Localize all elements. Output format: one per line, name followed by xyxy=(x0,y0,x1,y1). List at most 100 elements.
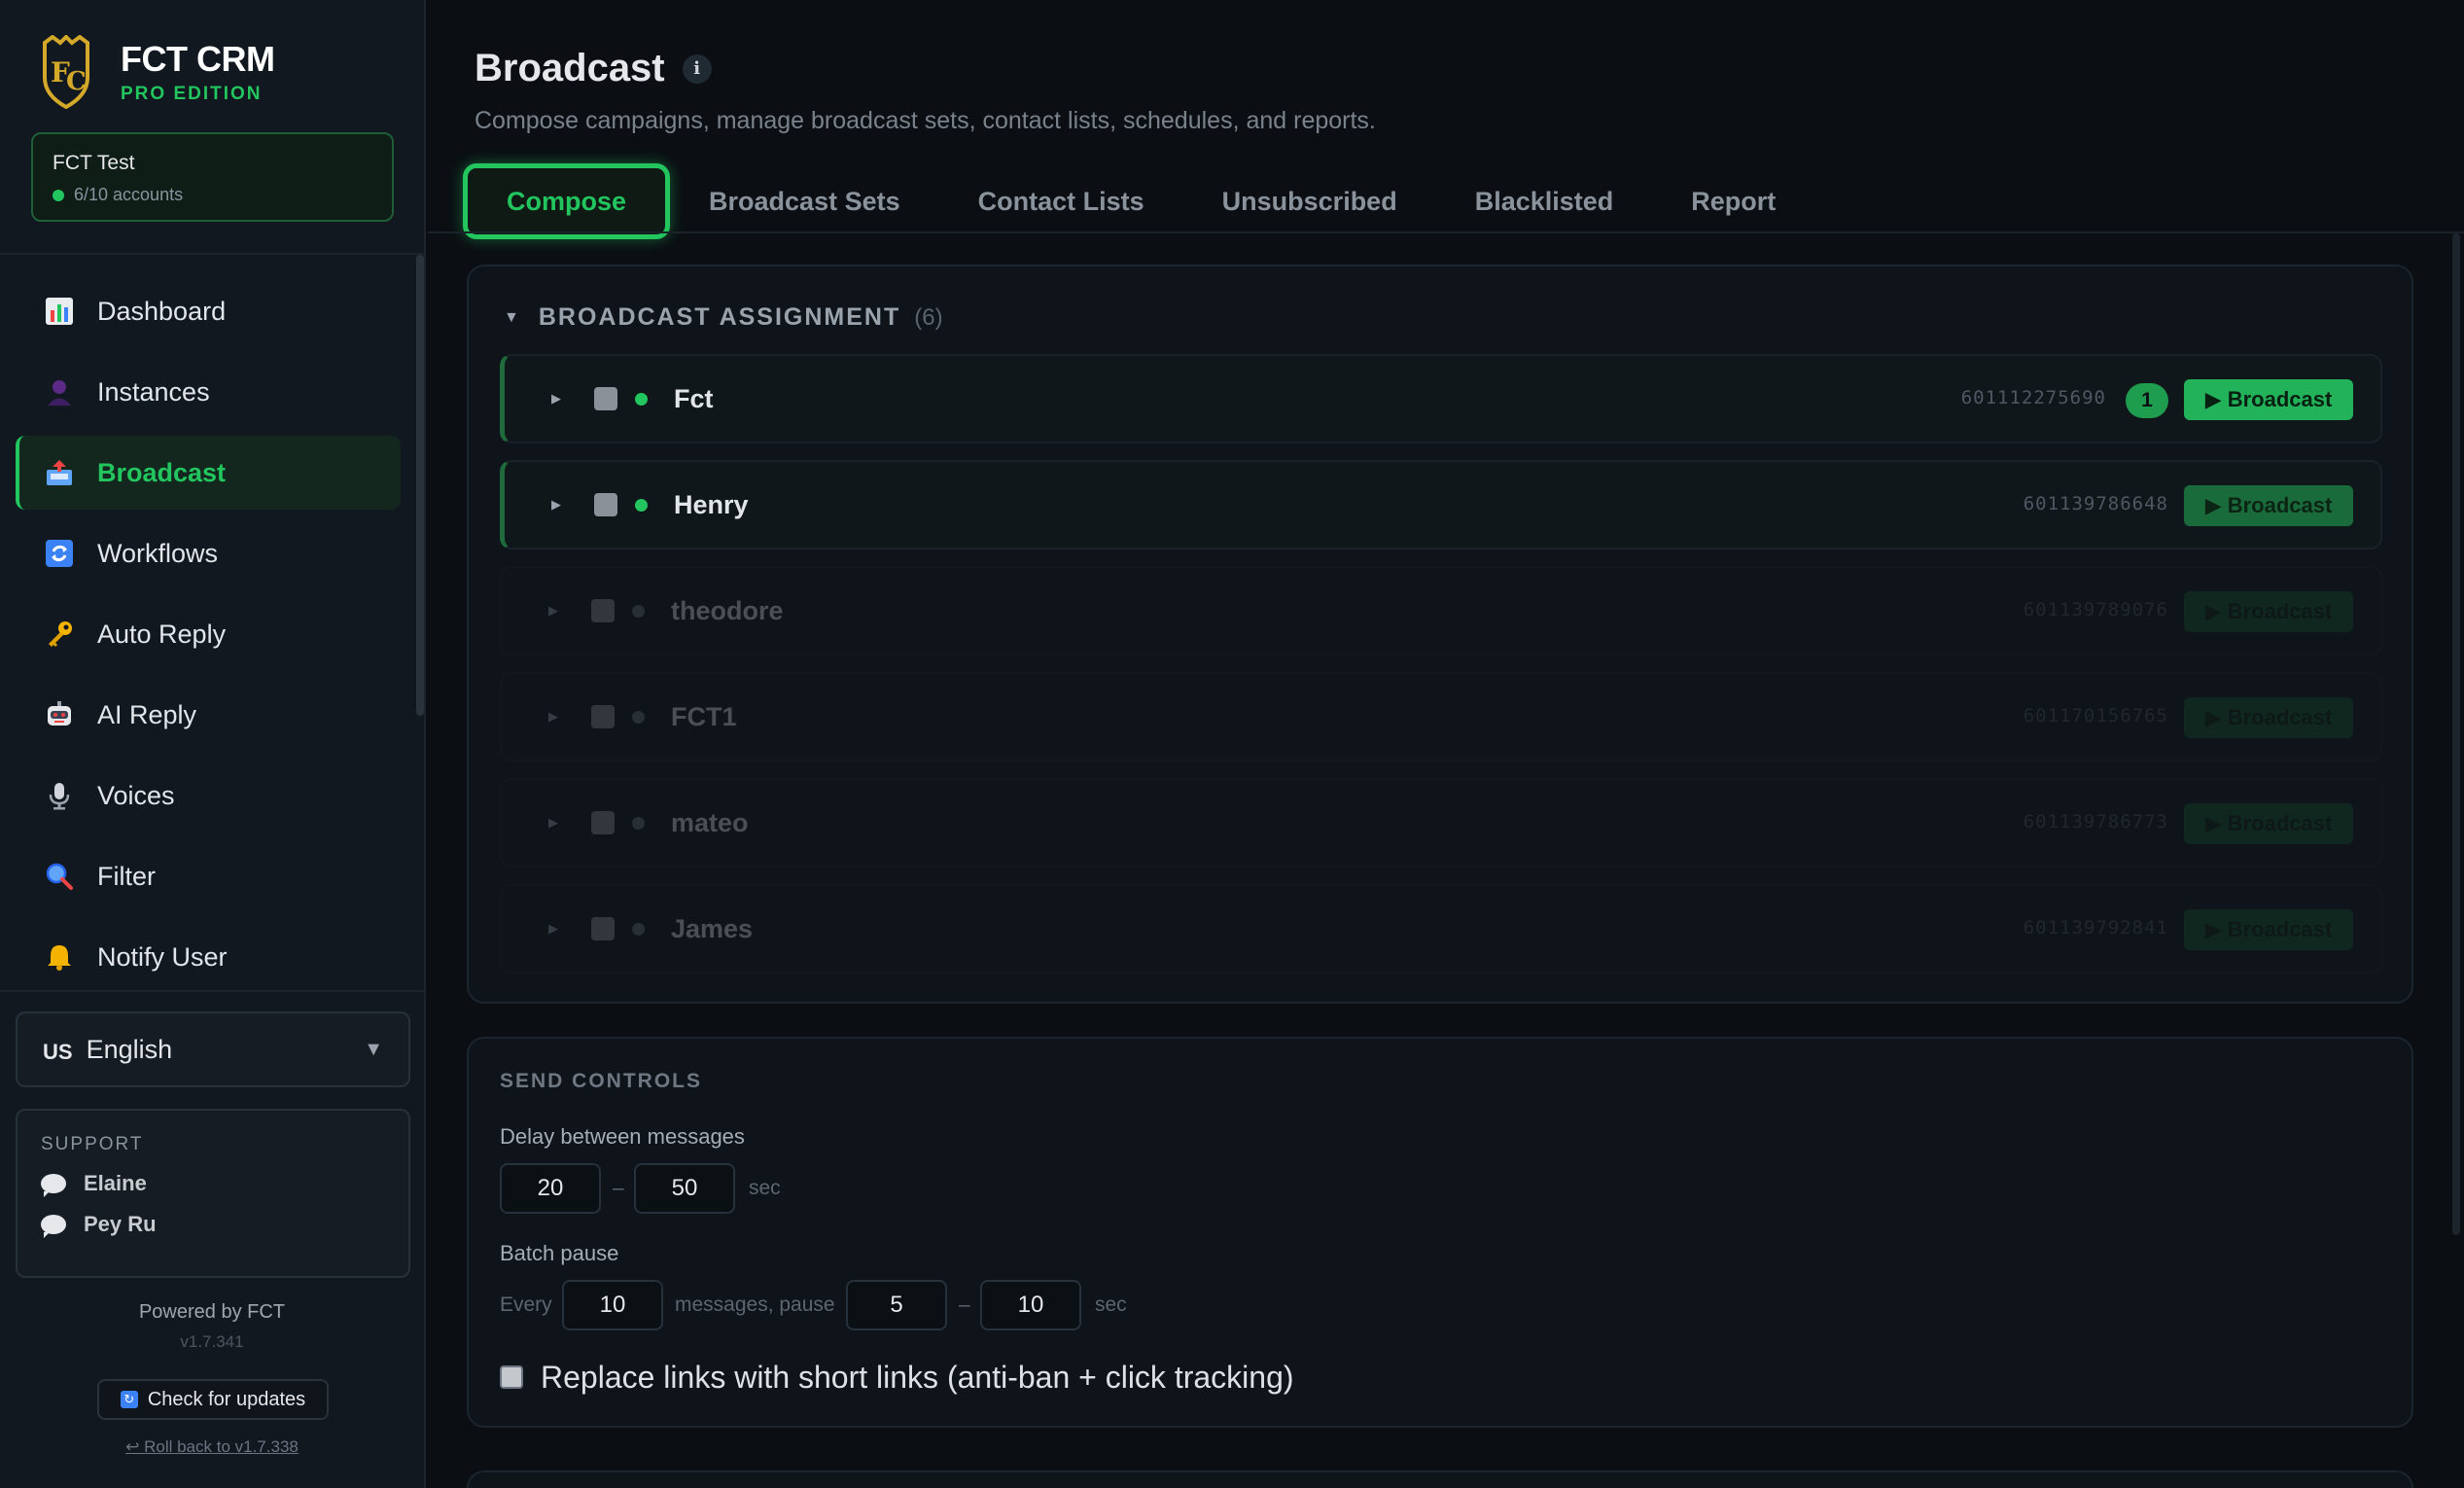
row-checkbox[interactable] xyxy=(591,705,615,728)
sidebar-nav: Dashboard Instances Broadcast Workflows … xyxy=(16,274,401,1001)
microphone-icon xyxy=(43,779,76,812)
account-phone: 601170156765 xyxy=(2023,705,2168,726)
chevron-down-icon: ▼ xyxy=(364,1038,383,1060)
account-count-row: 6/10 accounts xyxy=(53,185,372,205)
delay-min-input[interactable]: 20 xyxy=(500,1163,601,1214)
sidebar-item-filter[interactable]: Filter xyxy=(16,839,401,913)
sidebar-item-notify-user[interactable]: Notify User xyxy=(16,920,401,994)
row-checkbox[interactable] xyxy=(591,917,615,940)
sidebar-item-ai-reply[interactable]: AI Reply xyxy=(16,678,401,752)
row-checkbox[interactable] xyxy=(591,599,615,622)
account-count: 6/10 accounts xyxy=(74,185,184,204)
expand-caret-icon[interactable]: ▶ xyxy=(548,921,558,937)
account-name: FCT Test xyxy=(53,152,135,174)
broadcast-button[interactable]: ▶ Broadcast xyxy=(2184,803,2353,844)
online-dot-icon xyxy=(53,189,64,201)
row-checkbox[interactable] xyxy=(594,387,617,410)
refresh-arrows-icon xyxy=(43,537,76,570)
broadcast-button[interactable]: ▶ Broadcast xyxy=(2184,909,2353,950)
main-content: Broadcast i Compose campaigns, manage br… xyxy=(428,0,2464,1488)
pause-min-input[interactable]: 5 xyxy=(846,1280,947,1330)
language-select[interactable]: US English ▼ xyxy=(16,1011,410,1087)
short-links-label[interactable]: Replace links with short links (anti-ban… xyxy=(541,1360,1294,1396)
delay-unit: sec xyxy=(749,1177,781,1199)
sidebar-item-auto-reply[interactable]: Auto Reply xyxy=(16,597,401,671)
pause-unit: sec xyxy=(1095,1293,1127,1316)
tab-broadcast-sets[interactable]: Broadcast Sets xyxy=(670,163,939,239)
support-contact-name: Pey Ru xyxy=(84,1212,157,1236)
table-row[interactable]: ▶ James 601139792841 ▶ Broadcast xyxy=(500,884,2382,974)
sidebar-item-workflows[interactable]: Workflows xyxy=(16,516,401,590)
every-label: Every xyxy=(500,1293,552,1316)
refresh-icon: ↻ xyxy=(120,1391,138,1408)
range-dash: – xyxy=(613,1177,624,1199)
account-switcher[interactable]: FCT Test 6/10 accounts xyxy=(31,132,394,222)
sidebar-item-label: Instances xyxy=(97,376,210,407)
range-dash: – xyxy=(959,1293,970,1316)
tab-report[interactable]: Report xyxy=(1652,163,1814,239)
account-phone: 601139792841 xyxy=(2023,917,2168,939)
table-row[interactable]: ▶ theodore 601139789076 ▶ Broadcast xyxy=(500,566,2382,655)
short-links-checkbox[interactable] xyxy=(500,1365,523,1389)
chat-bubble-icon xyxy=(41,1174,66,1197)
sidebar-item-label: Auto Reply xyxy=(97,619,227,649)
support-contact-pey-ru[interactable]: Pey Ru xyxy=(41,1212,385,1238)
support-title: SUPPORT xyxy=(41,1134,144,1154)
expand-caret-icon[interactable]: ▶ xyxy=(548,709,558,725)
next-panel xyxy=(467,1470,2413,1488)
brand-edition: PRO EDITION xyxy=(121,84,263,104)
account-name: FCT1 xyxy=(671,702,737,731)
broadcast-button[interactable]: ▶ Broadcast xyxy=(2184,485,2353,526)
main-scrollbar[interactable] xyxy=(2452,233,2460,1235)
broadcast-assignment-header[interactable]: ▼ BROADCAST ASSIGNMENT (6) xyxy=(504,303,943,332)
tab-unsubscribed[interactable]: Unsubscribed xyxy=(1183,163,1436,239)
table-row[interactable]: ▶ FCT1 601170156765 ▶ Broadcast xyxy=(500,672,2382,762)
send-controls-panel: SEND CONTROLS Delay between messages 20 … xyxy=(467,1037,2413,1428)
bar-chart-icon xyxy=(43,295,76,328)
section-count: (6) xyxy=(914,303,943,331)
tab-compose[interactable]: Compose xyxy=(463,163,671,239)
broadcast-button[interactable]: ▶ Broadcast xyxy=(2184,379,2353,420)
support-contact-elaine[interactable]: Elaine xyxy=(41,1171,385,1197)
sidebar-scrollbar[interactable] xyxy=(416,255,424,716)
tab-divider xyxy=(428,231,2464,233)
rollback-link[interactable]: ↩ Roll back to v1.7.338 xyxy=(0,1437,424,1457)
account-name: Henry xyxy=(674,490,749,519)
section-title: BROADCAST ASSIGNMENT xyxy=(538,303,901,331)
account-phone: 601139786648 xyxy=(2023,493,2168,514)
expand-caret-icon[interactable]: ▶ xyxy=(548,603,558,619)
person-icon xyxy=(43,375,76,408)
expand-caret-icon[interactable]: ▶ xyxy=(551,497,561,513)
language-label: English xyxy=(86,1034,173,1064)
table-row[interactable]: ▶ mateo 601139786773 ▶ Broadcast xyxy=(500,778,2382,868)
check-updates-button[interactable]: ↻ Check for updates xyxy=(97,1379,329,1420)
shield-logo-icon: F C xyxy=(43,35,89,109)
info-icon[interactable]: i xyxy=(682,53,712,84)
row-checkbox[interactable] xyxy=(591,811,615,834)
sidebar-item-label: Workflows xyxy=(97,538,219,568)
brand[interactable]: F C FCT CRM PRO EDITION xyxy=(39,35,275,109)
expand-caret-icon[interactable]: ▶ xyxy=(551,391,561,407)
table-row[interactable]: ▶ Henry 601139786648 ▶ Broadcast xyxy=(500,460,2382,549)
account-name: mateo xyxy=(671,808,749,837)
account-name: Fct xyxy=(674,384,714,413)
sidebar-item-dashboard[interactable]: Dashboard xyxy=(16,274,401,348)
app-version: v1.7.341 xyxy=(180,1332,244,1351)
expand-caret-icon[interactable]: ▶ xyxy=(548,815,558,831)
batch-count-input[interactable]: 10 xyxy=(562,1280,663,1330)
tab-blacklisted[interactable]: Blacklisted xyxy=(1436,163,1653,239)
status-dot-icon xyxy=(632,923,645,936)
pause-max-input[interactable]: 10 xyxy=(980,1280,1081,1330)
sidebar-item-voices[interactable]: Voices xyxy=(16,759,401,833)
tab-contact-lists[interactable]: Contact Lists xyxy=(939,163,1183,239)
broadcast-button[interactable]: ▶ Broadcast xyxy=(2184,697,2353,738)
powered-by: Powered by FCT xyxy=(138,1301,286,1323)
broadcast-button[interactable]: ▶ Broadcast xyxy=(2184,591,2353,632)
sidebar-item-broadcast[interactable]: Broadcast xyxy=(16,436,401,510)
status-dot-icon xyxy=(632,605,645,618)
sidebar-item-instances[interactable]: Instances xyxy=(16,355,401,429)
table-row[interactable]: ▶ Fct 601112275690 1 ▶ Broadcast xyxy=(500,354,2382,443)
delay-max-input[interactable]: 50 xyxy=(634,1163,735,1214)
chat-bubble-icon xyxy=(41,1215,66,1238)
row-checkbox[interactable] xyxy=(594,493,617,516)
